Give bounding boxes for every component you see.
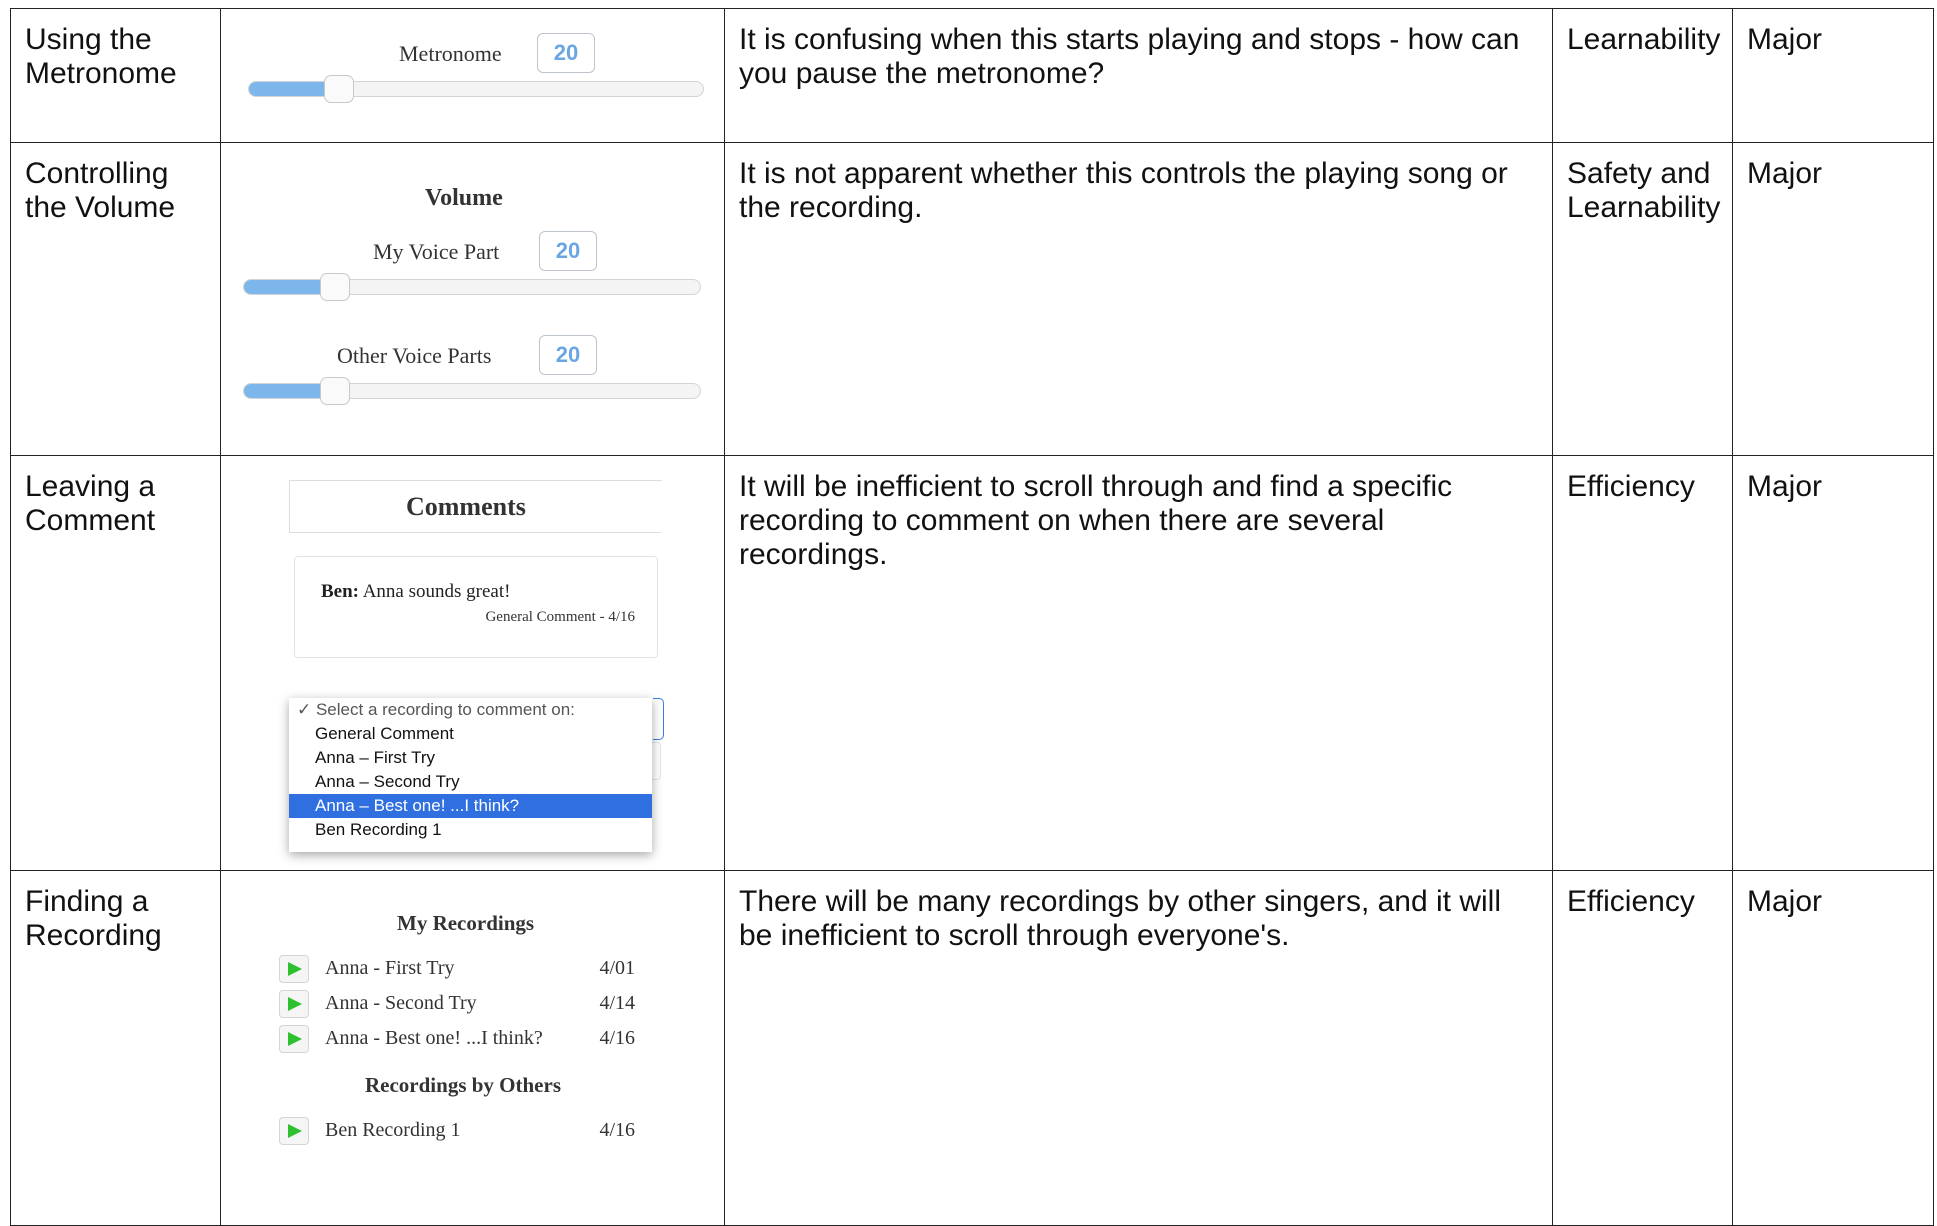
- dropdown-chevron-icon[interactable]: [653, 698, 664, 740]
- my-voice-part-label: My Voice Part: [373, 239, 500, 264]
- heuristic-cell: Learnability: [1567, 23, 1721, 56]
- other-voice-parts-value[interactable]: 20: [539, 335, 597, 375]
- issue-cell: It is not apparent whether this controls…: [739, 157, 1508, 224]
- play-button[interactable]: [279, 955, 309, 983]
- play-icon: [288, 1124, 302, 1138]
- severity-cell: Major: [1747, 885, 1823, 918]
- recording-name: Anna - First Try: [325, 957, 455, 979]
- dropdown-option[interactable]: Ben Recording 1: [289, 818, 652, 842]
- heuristic-evaluation-table: Using the Metronome Metronome 20 It is c…: [10, 8, 1934, 1226]
- play-button[interactable]: [279, 1117, 309, 1145]
- play-button[interactable]: [279, 990, 309, 1018]
- recording-row[interactable]: Anna - Best one! ...I think? 4/16: [279, 1025, 659, 1055]
- recording-name: Ben Recording 1: [325, 1119, 461, 1141]
- recording-date: 4/16: [599, 1119, 635, 1141]
- recording-date: 4/16: [599, 1027, 635, 1049]
- heuristic-cell: Safety and Learnability: [1567, 157, 1721, 224]
- severity-cell: Major: [1747, 157, 1823, 190]
- table-row: Finding a Recording My Recordings Anna -…: [10, 870, 1934, 1226]
- other-voice-parts-slider-thumb[interactable]: [319, 377, 350, 405]
- play-button[interactable]: [279, 1025, 309, 1053]
- recording-row[interactable]: Anna - Second Try 4/14: [279, 990, 659, 1020]
- volume-heading: Volume: [425, 185, 503, 211]
- dropdown-option[interactable]: Anna – First Try: [289, 746, 652, 770]
- table-row: Leaving a Comment Comments Ben: Anna sou…: [10, 455, 1934, 871]
- recording-date: 4/14: [599, 992, 635, 1014]
- play-icon: [288, 997, 302, 1011]
- play-icon: [288, 1032, 302, 1046]
- severity-cell: Major: [1747, 470, 1823, 503]
- recording-row[interactable]: Ben Recording 1 4/16: [279, 1117, 659, 1147]
- metronome-slider-thumb[interactable]: [324, 75, 355, 103]
- metronome-value[interactable]: 20: [537, 33, 595, 73]
- heuristic-cell: Efficiency: [1567, 470, 1695, 503]
- issue-cell: It is confusing when this starts playing…: [739, 23, 1520, 90]
- recordings-by-others-heading: Recordings by Others: [365, 1073, 561, 1097]
- task-cell: Using the Metronome: [25, 23, 177, 90]
- recording-name: Anna - Best one! ...I think?: [325, 1027, 543, 1049]
- my-recordings-heading: My Recordings: [397, 911, 535, 935]
- recording-select-dropdown[interactable]: ✓ Select a recording to comment on: Gene…: [289, 698, 652, 852]
- other-voice-parts-label: Other Voice Parts: [337, 343, 492, 368]
- dropdown-option[interactable]: Anna – Second Try: [289, 770, 652, 794]
- recording-name: Anna - Second Try: [325, 992, 477, 1014]
- issue-cell: It will be inefficient to scroll through…: [739, 470, 1453, 571]
- recording-date: 4/01: [599, 957, 635, 979]
- other-voice-parts-slider-track[interactable]: [243, 383, 701, 399]
- dropdown-option-selected[interactable]: Anna – Best one! ...I think?: [289, 794, 652, 818]
- comments-heading: Comments: [406, 492, 526, 521]
- recording-row[interactable]: Anna - First Try 4/01: [279, 955, 659, 985]
- table-row: Controlling the Volume Volume My Voice P…: [10, 142, 1934, 456]
- metronome-slider-track[interactable]: [248, 81, 704, 97]
- issue-cell: There will be many recordings by other s…: [739, 885, 1501, 952]
- my-voice-part-slider-thumb[interactable]: [319, 273, 350, 301]
- dropdown-header: ✓ Select a recording to comment on:: [297, 700, 575, 719]
- task-cell: Controlling the Volume: [25, 157, 176, 224]
- comment-meta: General Comment - 4/16: [485, 609, 635, 625]
- table-row: Using the Metronome Metronome 20 It is c…: [10, 8, 1934, 143]
- comment-text: Anna sounds great!: [362, 581, 511, 602]
- dropdown-option[interactable]: General Comment: [289, 722, 652, 746]
- metronome-label: Metronome: [399, 41, 502, 66]
- play-icon: [288, 962, 302, 976]
- my-voice-part-slider-track[interactable]: [243, 279, 701, 295]
- comment-card: Ben: Anna sounds great! General Comment …: [294, 556, 658, 658]
- task-cell: Leaving a Comment: [25, 470, 156, 537]
- task-cell: Finding a Recording: [25, 885, 162, 952]
- comments-panel: Comments Ben: Anna sounds great! General…: [289, 480, 664, 852]
- my-voice-part-value[interactable]: 20: [539, 231, 597, 271]
- heuristic-cell: Efficiency: [1567, 885, 1695, 918]
- severity-cell: Major: [1747, 23, 1823, 56]
- comment-author: Ben:: [321, 581, 359, 602]
